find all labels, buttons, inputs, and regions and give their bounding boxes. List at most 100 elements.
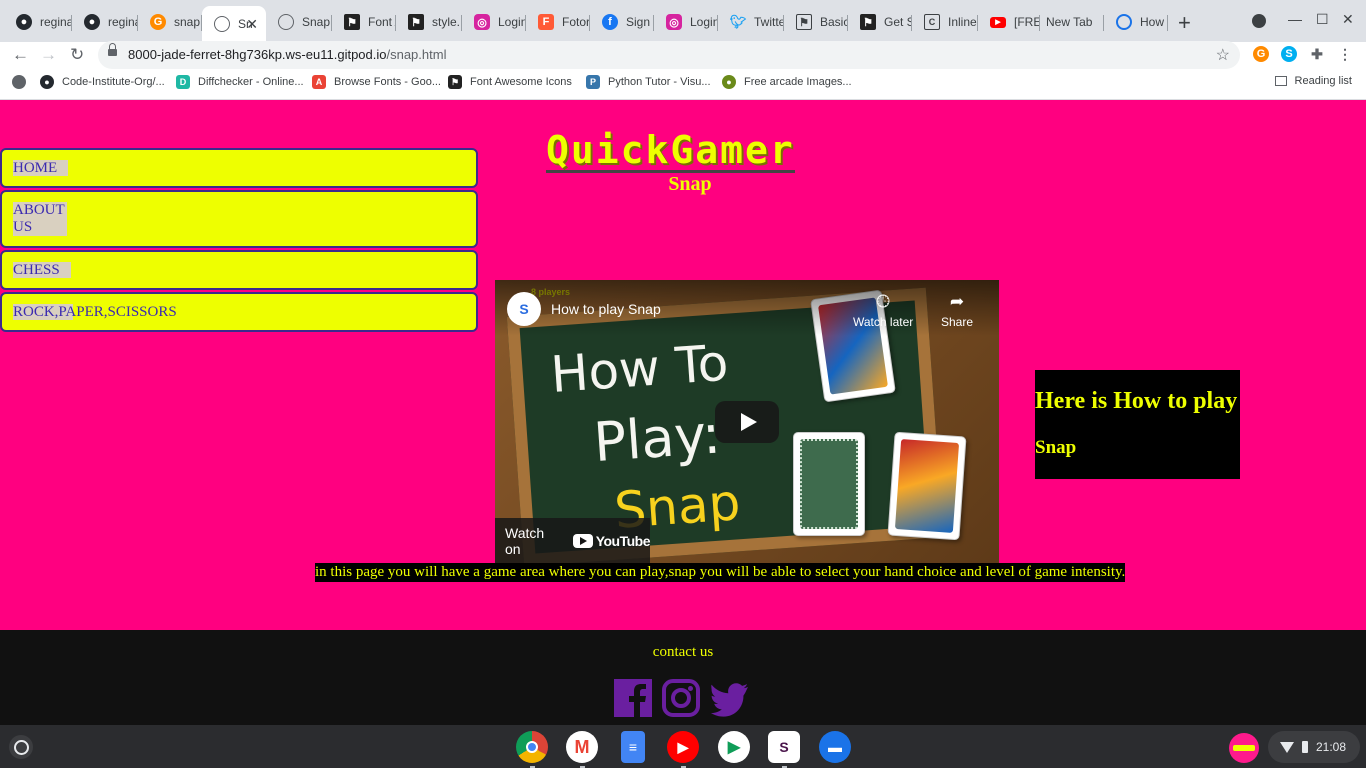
tab[interactable]: C Inline <box>912 8 978 36</box>
tab[interactable]: Snap <box>266 8 332 36</box>
tab-search-icon[interactable] <box>1252 14 1266 28</box>
youtube-logo: YouTube <box>572 533 651 549</box>
tab-title: regina <box>108 15 138 29</box>
twitter-icon: 🐦︎ <box>729 14 747 29</box>
close-window-icon[interactable]: ✕ <box>1342 11 1354 28</box>
nav-home[interactable]: HOME <box>0 148 478 188</box>
bookmark-star-icon[interactable]: ☆ <box>1216 45 1230 65</box>
url-path: /snap.html <box>386 47 447 62</box>
bookmark[interactable]: A Browse Fonts - Goo... <box>312 75 441 89</box>
bookmark[interactable]: P Python Tutor - Visu... <box>586 75 711 89</box>
extensions-icon[interactable]: ✚ <box>1309 46 1325 62</box>
python-icon: P <box>586 75 600 89</box>
reading-list-icon <box>1274 76 1287 86</box>
page-subtitle: Snap <box>668 173 712 195</box>
share-button[interactable]: ➦ Share <box>941 292 973 329</box>
menu-icon[interactable]: ⋮ <box>1337 46 1353 62</box>
grammarly-icon[interactable]: G <box>1253 46 1269 62</box>
chrome-icon[interactable] <box>516 731 548 768</box>
site-logo-title[interactable]: QuickGamer <box>546 130 795 173</box>
github-icon: ● <box>40 75 54 89</box>
toolbar: ← → ↻ 8000-jade-ferret-8hg736kp.ws-eu11.… <box>0 41 1366 70</box>
nav-chess[interactable]: CHESS <box>0 250 478 290</box>
google-docs-icon[interactable]: ≡ <box>621 731 645 763</box>
bookmark[interactable]: ● Code-Institute-Org/... <box>40 75 165 89</box>
bookmark-label: Diffchecker - Online... <box>198 76 304 88</box>
tab[interactable]: F Fotor <box>526 8 590 36</box>
youtube-embed[interactable]: How To Play: Snap 8 players S How to pla… <box>495 280 999 563</box>
tab[interactable]: ● regina <box>72 8 138 36</box>
arcade-icon: ● <box>722 75 736 89</box>
url-text: 8000-jade-ferret-8hg736kp.ws-eu11.gitpod… <box>128 47 446 62</box>
back-icon[interactable]: ← <box>12 45 29 65</box>
instagram-icon: ◎ <box>666 14 682 30</box>
launcher-icon[interactable] <box>9 735 33 759</box>
youtube-icon: ▶ <box>990 16 1006 28</box>
tab-title: [FREE <box>1014 15 1040 29</box>
tab-title: How <box>1140 15 1165 29</box>
page-description: in this page you will have a game area w… <box>315 563 1126 582</box>
reload-icon[interactable]: ↻ <box>70 45 84 65</box>
globe-icon <box>12 75 26 89</box>
files-icon[interactable]: ▬ <box>819 731 851 763</box>
tab[interactable]: ⚑ Font A <box>332 8 396 36</box>
flag-icon: ⚑ <box>448 75 462 89</box>
tab[interactable]: ● regina <box>4 8 72 36</box>
google-fonts-icon: A <box>312 75 326 89</box>
address-bar[interactable]: 8000-jade-ferret-8hg736kp.ws-eu11.gitpod… <box>98 41 1240 69</box>
play-button[interactable] <box>715 401 779 443</box>
tab[interactable]: How <box>1104 8 1168 36</box>
bookmark-apps[interactable] <box>12 75 34 89</box>
tab-title: Font A <box>368 15 396 29</box>
youtube-icon[interactable]: ▶ <box>667 731 699 768</box>
minimize-icon[interactable]: — <box>1288 11 1302 27</box>
thumbnail-text: Play: <box>591 402 723 475</box>
new-tab-icon[interactable]: + <box>1178 10 1191 36</box>
tab[interactable]: New Tab <box>1040 8 1104 36</box>
forward-icon[interactable]: → <box>40 45 57 65</box>
bookmark[interactable]: D Diffchecker - Online... <box>176 75 304 89</box>
contact-us-link[interactable]: contact us <box>0 644 1366 661</box>
watch-later-button[interactable]: 🕒︎ Watch later <box>853 292 913 329</box>
bookmark[interactable]: ● Free arcade Images... <box>722 75 852 89</box>
channel-logo[interactable]: S <box>507 292 541 326</box>
tab[interactable]: ⚑ Basic <box>784 8 848 36</box>
nav-about-us[interactable]: ABOUT US <box>0 190 478 248</box>
share-label: Share <box>941 315 974 329</box>
globe-icon <box>278 14 294 30</box>
tab[interactable]: 🐦︎ Twitte <box>718 8 784 36</box>
tab[interactable]: ⚑ Get St <box>848 8 912 36</box>
account-avatar[interactable] <box>1229 733 1259 763</box>
bookmark[interactable]: ⚑ Font Awesome Icons <box>448 75 572 89</box>
maximize-icon[interactable]: ☐ <box>1316 11 1329 28</box>
thumbnail-text: How To <box>548 333 731 404</box>
tab[interactable]: G snap. <box>138 8 202 36</box>
skype-icon[interactable]: S <box>1281 46 1297 62</box>
status-tray[interactable]: 21:08 <box>1268 731 1360 763</box>
tab-title: Twitte <box>754 15 784 29</box>
tab[interactable]: ⚑ style. <box>396 8 462 36</box>
watch-later-label: Watch later <box>853 315 914 329</box>
twitter-icon[interactable] <box>711 679 749 717</box>
facebook-icon[interactable] <box>614 679 652 717</box>
tab-title: Get St <box>884 15 912 29</box>
flag-icon: ⚑ <box>860 14 876 30</box>
watch-on-youtube-button[interactable]: Watch on YouTube <box>495 518 651 563</box>
nav-label: ABOUT US <box>13 202 67 236</box>
tab[interactable]: ◎ Login <box>654 8 718 36</box>
gmail-icon[interactable]: M <box>566 731 598 768</box>
tab[interactable]: f Sign u <box>590 8 654 36</box>
close-icon[interactable]: ✕ <box>246 16 258 33</box>
facebook-icon: f <box>602 14 618 30</box>
nav-rock-paper-scissors[interactable]: ROCK,PAPER,SCISSORS <box>0 292 478 332</box>
slack-icon[interactable]: S <box>768 731 800 768</box>
tab[interactable]: ◎ Login <box>462 8 526 36</box>
video-title[interactable]: How to play Snap <box>551 301 661 317</box>
play-store-icon[interactable]: ▶ <box>718 731 750 763</box>
instagram-icon[interactable] <box>662 679 700 717</box>
tab-active[interactable]: Sn ✕ <box>202 6 266 42</box>
sync-icon <box>1116 14 1132 30</box>
tab[interactable]: ▶ [FREE <box>978 8 1040 36</box>
reading-list[interactable]: Reading list <box>1274 75 1352 87</box>
tab-title: Sign u <box>626 15 654 29</box>
